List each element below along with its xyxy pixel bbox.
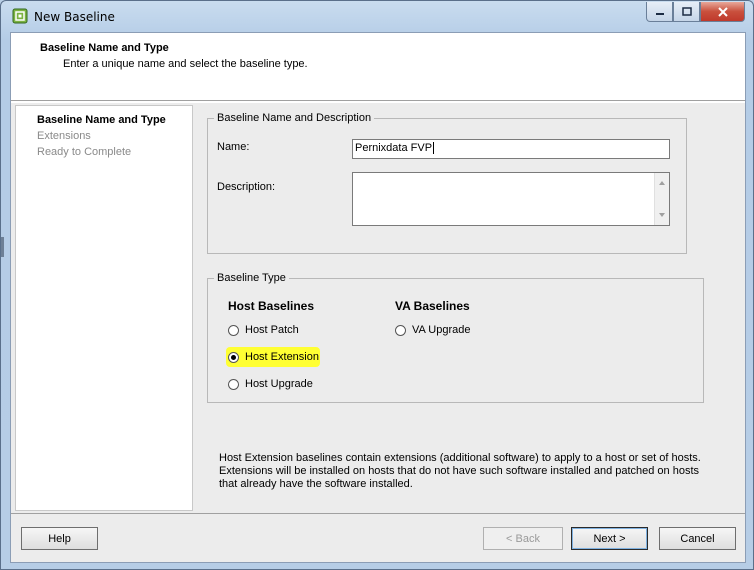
radio-host-extension[interactable]: Host Extension xyxy=(228,351,319,363)
wizard-steps-nav: Baseline Name and Type Extensions Ready … xyxy=(15,105,193,511)
radio-host-extension-label: Host Extension xyxy=(245,351,319,363)
description-scrollbar[interactable] xyxy=(654,173,669,225)
radio-va-upgrade-label: VA Upgrade xyxy=(412,324,471,336)
radio-host-patch-control[interactable] xyxy=(228,324,239,336)
radio-host-upgrade-control[interactable] xyxy=(228,378,239,390)
back-button[interactable]: < Back xyxy=(483,527,563,550)
radio-va-upgrade[interactable]: VA Upgrade xyxy=(395,324,471,336)
close-button[interactable] xyxy=(700,2,745,22)
page-title: Baseline Name and Type xyxy=(40,42,169,54)
description-field[interactable] xyxy=(352,172,670,226)
scroll-down-icon[interactable] xyxy=(659,213,665,217)
cancel-button[interactable]: Cancel xyxy=(659,527,736,550)
wizard-header: Baseline Name and Type Enter a unique na… xyxy=(11,33,745,101)
scroll-up-icon[interactable] xyxy=(659,181,665,185)
maximize-icon xyxy=(681,6,692,16)
minimize-button[interactable] xyxy=(646,2,673,22)
radio-host-patch[interactable]: Host Patch xyxy=(228,324,299,336)
name-description-legend: Baseline Name and Description xyxy=(214,112,375,124)
baseline-type-description: Host Extension baselines contain extensi… xyxy=(219,452,701,490)
baseline-type-legend: Baseline Type xyxy=(214,272,289,284)
radio-host-patch-label: Host Patch xyxy=(245,324,299,336)
wizard-body: Baseline Name and Type Extensions Ready … xyxy=(11,103,745,513)
name-label: Name: xyxy=(217,141,250,153)
page-subtitle: Enter a unique name and select the basel… xyxy=(63,58,308,70)
nav-step-ready-to-complete[interactable]: Ready to Complete xyxy=(37,146,131,158)
description-label: Description: xyxy=(217,181,276,193)
title-bar[interactable]: New Baseline xyxy=(1,1,753,31)
minimize-icon xyxy=(655,12,664,15)
radio-host-extension-control[interactable] xyxy=(228,351,239,363)
window-edge-marker xyxy=(1,237,4,257)
close-icon xyxy=(717,6,728,17)
maximize-button[interactable] xyxy=(673,2,700,22)
radio-host-upgrade[interactable]: Host Upgrade xyxy=(228,378,313,390)
host-baselines-heading: Host Baselines xyxy=(228,299,315,313)
wizard-footer: Help < Back Next > Cancel xyxy=(11,513,745,562)
radio-va-upgrade-control[interactable] xyxy=(395,324,406,336)
help-button[interactable]: Help xyxy=(21,527,98,550)
va-baselines-heading: VA Baselines xyxy=(395,299,470,313)
vsphere-app-icon xyxy=(12,8,28,24)
name-field-value: Pernixdata FVP xyxy=(355,142,433,154)
window-title: New Baseline xyxy=(34,10,115,24)
new-baseline-window: New Baseline Baseline Name and Type Ente… xyxy=(0,0,754,570)
nav-step-baseline-name-and-type[interactable]: Baseline Name and Type xyxy=(37,114,166,126)
nav-step-extensions[interactable]: Extensions xyxy=(37,130,91,142)
radio-host-upgrade-label: Host Upgrade xyxy=(245,378,313,390)
next-button[interactable]: Next > xyxy=(571,527,648,550)
name-field[interactable]: Pernixdata FVP​ xyxy=(352,139,670,159)
text-cursor: ​ xyxy=(433,142,435,154)
dialog-content: Baseline Name and Type Enter a unique na… xyxy=(10,32,746,563)
